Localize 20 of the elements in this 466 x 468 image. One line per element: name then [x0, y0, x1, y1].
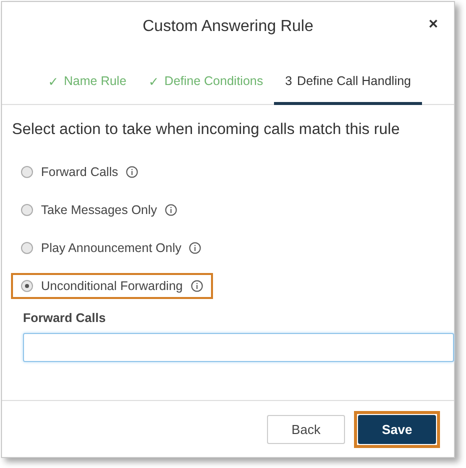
- option-label: Unconditional Forwarding: [41, 279, 183, 293]
- info-icon[interactable]: [126, 166, 138, 178]
- info-icon[interactable]: [189, 242, 202, 254]
- save-button[interactable]: Save: [358, 414, 436, 444]
- option-label: Take Messages Only: [41, 203, 158, 217]
- field-label: Forward Calls: [23, 311, 107, 325]
- section-heading: Select action to take when incoming calls match this rule: [11, 121, 401, 139]
- step-tab[interactable]: 3 Define Call Handling: [274, 64, 422, 105]
- option-label: Play Announcement Only: [41, 241, 182, 255]
- radio-button[interactable]: [21, 280, 33, 292]
- info-icon[interactable]: [165, 204, 178, 216]
- back-button[interactable]: Back: [267, 414, 345, 444]
- radio-button[interactable]: [21, 204, 33, 216]
- dialog-title: Custom Answering Rule: [142, 18, 314, 36]
- radio-button[interactable]: [21, 242, 33, 254]
- close-button[interactable]: ×: [426, 16, 440, 34]
- radio-button[interactable]: [21, 166, 33, 178]
- option-label: Forward Calls: [41, 165, 118, 179]
- info-icon[interactable]: [190, 280, 203, 292]
- input-field[interactable]: [23, 333, 454, 362]
